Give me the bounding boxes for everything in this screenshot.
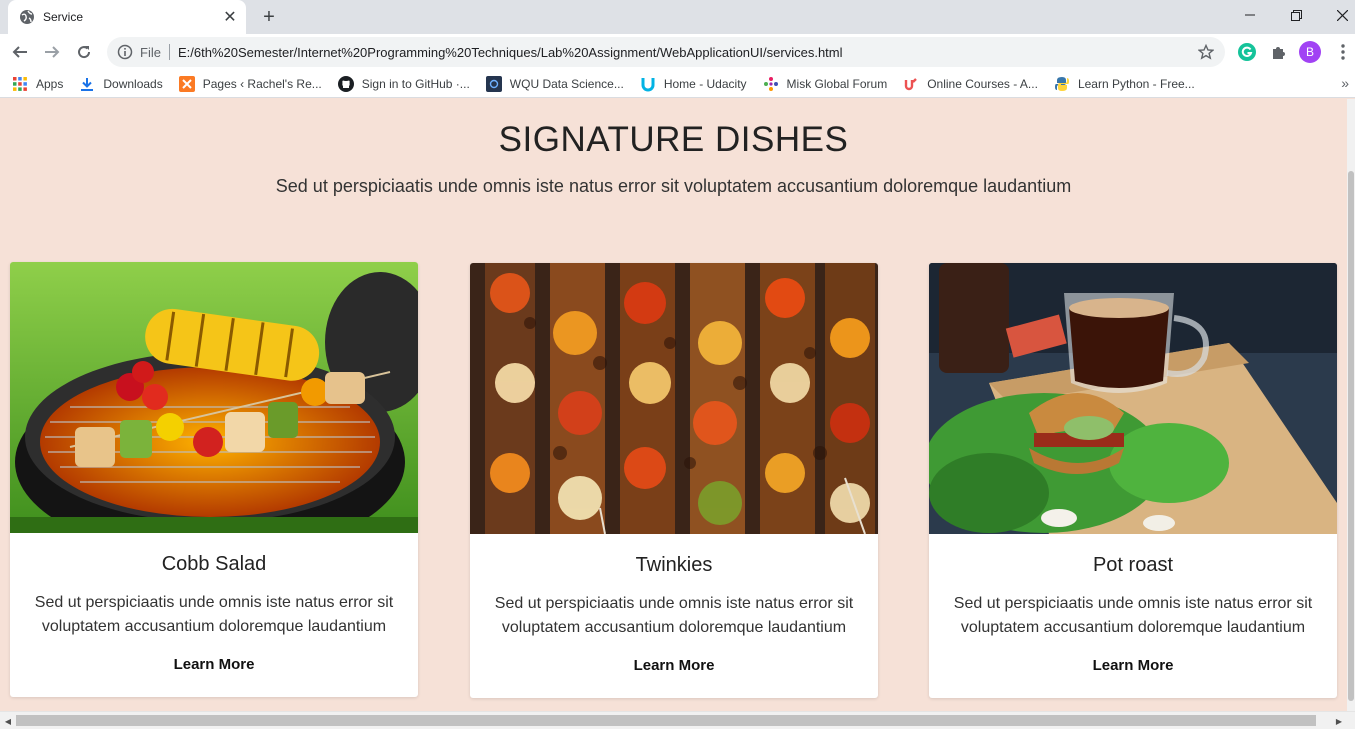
xampp-icon xyxy=(178,75,195,92)
extensions-puzzle-icon[interactable] xyxy=(1268,41,1290,63)
profile-initial: B xyxy=(1305,45,1314,59)
bookmark-wqu[interactable]: WQU Data Science... xyxy=(485,75,624,92)
learn-more-link[interactable]: Learn More xyxy=(10,656,418,673)
card-title: Cobb Salad xyxy=(161,553,267,575)
card-description: Sed ut perspiciaatis unde omnis iste nat… xyxy=(494,595,854,636)
bookmark-label: WQU Data Science... xyxy=(509,76,624,91)
tab-title: Service xyxy=(43,10,84,24)
bookmark-pages-rachel[interactable]: Pages ‹ Rachel's Re... xyxy=(178,75,322,92)
udemy-icon xyxy=(903,76,919,92)
star-icon[interactable] xyxy=(1197,43,1215,61)
close-icon[interactable]: ✕ xyxy=(220,7,240,27)
back-icon[interactable] xyxy=(6,38,34,66)
kebab-skewers-photo xyxy=(470,263,878,534)
card-title: Twinkies xyxy=(635,554,713,576)
tab-service[interactable]: Service ✕ xyxy=(8,0,246,34)
grilled-skewers-photo xyxy=(10,262,418,533)
misk-icon xyxy=(763,76,779,92)
new-tab-button[interactable]: + xyxy=(258,6,280,28)
url-divider xyxy=(168,44,170,60)
bookmark-udemy[interactable]: Online Courses - A... xyxy=(903,76,1038,92)
bookmark-label: Apps xyxy=(36,76,64,91)
python-icon xyxy=(1054,76,1070,92)
bookmark-github[interactable]: Sign in to GitHub ·... xyxy=(337,75,470,92)
bookmarks-overflow-icon[interactable]: » xyxy=(1341,75,1349,91)
minimize-icon[interactable] xyxy=(1227,0,1273,30)
card-description: Sed ut perspiciaatis unde omnis iste nat… xyxy=(953,595,1313,636)
bookmark-label: Online Courses - A... xyxy=(927,76,1038,91)
sandwich-coffee-photo xyxy=(929,263,1337,534)
dish-card: Pot roast Sed ut perspiciaatis unde omni… xyxy=(929,263,1337,698)
bookmark-downloads[interactable]: Downloads xyxy=(79,76,163,92)
bookmark-udacity[interactable]: Home - Udacity xyxy=(640,76,747,92)
kebab-menu-icon[interactable] xyxy=(1332,41,1354,63)
url-text[interactable]: E:/6th%20Semester/Internet%20Programming… xyxy=(178,45,1197,60)
udacity-icon xyxy=(640,76,656,92)
download-icon xyxy=(79,76,95,92)
forward-icon[interactable] xyxy=(38,38,66,66)
reload-icon[interactable] xyxy=(70,38,98,66)
bookmark-label: Misk Global Forum xyxy=(786,76,888,91)
horizontal-scrollbar[interactable]: ◀ ▶ xyxy=(0,711,1355,729)
restore-icon[interactable] xyxy=(1273,0,1319,30)
page-subtitle: Sed ut perspiciaatis unde omnis iste nat… xyxy=(275,176,1072,196)
browser-toolbar: File E:/6th%20Semester/Internet%20Progra… xyxy=(0,34,1355,70)
card-title: Pot roast xyxy=(1092,554,1174,576)
card-description: Sed ut perspiciaatis unde omnis iste nat… xyxy=(34,594,394,635)
bookmark-label: Home - Udacity xyxy=(663,76,747,91)
bookmark-apps[interactable]: Apps xyxy=(12,76,63,92)
vertical-scrollbar[interactable] xyxy=(1347,99,1355,711)
bookmark-label: Learn Python - Free... xyxy=(1077,76,1195,91)
close-window-icon[interactable] xyxy=(1319,0,1355,30)
bookmark-label: Pages ‹ Rachel's Re... xyxy=(202,76,322,91)
bookmark-label: Downloads xyxy=(103,76,163,91)
apps-grid-icon xyxy=(12,76,28,92)
bookmark-label: Sign in to GitHub ·... xyxy=(361,76,470,91)
grammarly-icon[interactable] xyxy=(1236,41,1258,63)
url-scheme-label: File xyxy=(140,44,161,60)
address-bar[interactable]: File E:/6th%20Semester/Internet%20Progra… xyxy=(107,37,1225,67)
scroll-right-icon[interactable]: ▶ xyxy=(1333,715,1345,727)
page-title: SIGNATURE DISHES xyxy=(498,120,849,159)
horizontal-scroll-thumb[interactable] xyxy=(16,715,1316,726)
info-icon[interactable] xyxy=(117,44,133,60)
github-icon xyxy=(337,75,354,92)
vertical-scroll-thumb[interactable] xyxy=(1348,171,1354,701)
learn-more-link[interactable]: Learn More xyxy=(470,657,878,674)
scroll-left-icon[interactable]: ◀ xyxy=(2,715,14,727)
profile-avatar[interactable]: B xyxy=(1299,41,1321,63)
dish-card: Twinkies Sed ut perspiciaatis unde omnis… xyxy=(470,263,878,698)
wqu-icon xyxy=(485,75,502,92)
dish-card: Cobb Salad Sed ut perspiciaatis unde omn… xyxy=(10,262,418,697)
tab-strip: Service ✕ + xyxy=(0,0,1355,34)
bookmark-misk[interactable]: Misk Global Forum xyxy=(763,76,888,92)
learn-more-link[interactable]: Learn More xyxy=(929,657,1337,674)
bookmarks-bar: Apps Downloads Pages ‹ Rachel's Re... Si… xyxy=(0,70,1355,98)
globe-icon xyxy=(20,10,34,24)
bookmark-python[interactable]: Learn Python - Free... xyxy=(1054,76,1195,92)
page-content: SIGNATURE DISHES Sed ut perspiciaatis un… xyxy=(0,99,1347,711)
